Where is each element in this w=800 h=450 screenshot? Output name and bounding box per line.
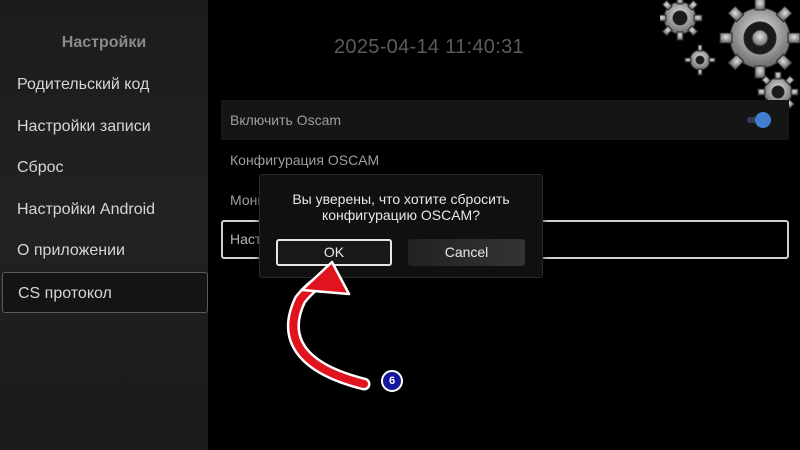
enable-oscam-toggle[interactable] [747,112,771,128]
sidebar-item-reset[interactable]: Сброс [0,147,208,189]
sidebar-item-parental-code[interactable]: Родительский код [0,64,208,106]
sidebar-list: Родительский код Настройки записи Сброс … [0,64,208,313]
ok-button[interactable]: OK [276,239,392,266]
sidebar-item-cs-protocol[interactable]: CS протокол [2,271,208,313]
cancel-button[interactable]: Cancel [408,239,525,266]
toggle-knob [755,112,771,128]
gears-icon [660,0,800,113]
sidebar-item-about[interactable]: О приложении [0,230,208,272]
screen: Настройки Родительский код Настройки зап… [0,0,800,450]
setting-label: Конфигурация OSCAM [230,152,380,168]
sidebar: Настройки Родительский код Настройки зап… [0,0,208,450]
clock: 2025-04-14 11:40:31 [334,36,524,58]
dialog-message-line1: Вы уверены, что хотите сбросить [292,191,510,207]
setting-label: Наст [230,231,262,247]
confirm-reset-dialog: Вы уверены, что хотите сбросить конфигур… [259,174,543,278]
sidebar-title: Настройки [61,34,147,51]
sidebar-item-recording-settings[interactable]: Настройки записи [0,106,208,148]
step-number-badge: 6 [381,370,403,392]
setting-row-enable-oscam[interactable]: Включить Oscam [221,100,789,140]
dialog-message-line2: конфигурацию OSCAM? [321,207,480,223]
sidebar-item-android-settings[interactable]: Настройки Android [0,189,208,231]
setting-label: Включить Oscam [230,112,342,128]
dialog-message: Вы уверены, что хотите сбросить конфигур… [260,191,542,223]
